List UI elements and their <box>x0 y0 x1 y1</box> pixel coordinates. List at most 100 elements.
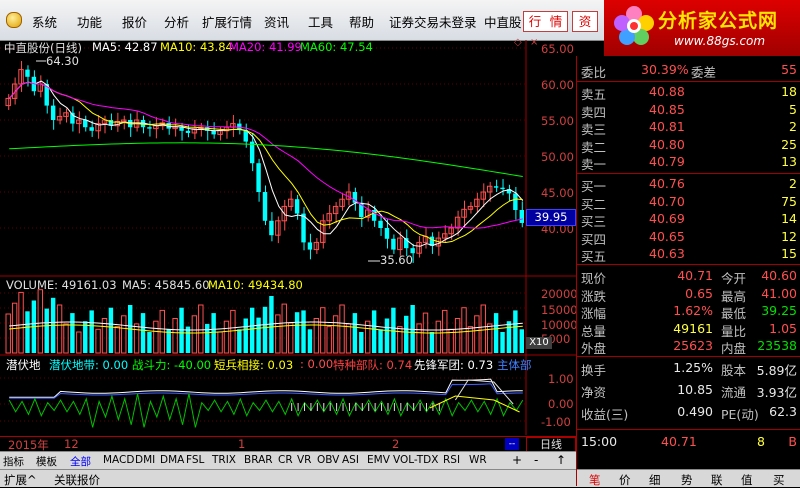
order-price: 40.81 <box>649 119 685 135</box>
menu-function[interactable]: 功能 <box>77 12 102 31</box>
menu-system[interactable]: 系统 <box>32 12 57 31</box>
candle-body <box>179 127 184 131</box>
order-label: 买二 <box>581 196 607 212</box>
period-selector[interactable]: 日线 <box>526 437 576 452</box>
order-label: 买四 <box>581 231 607 247</box>
volume-bar <box>5 313 11 354</box>
volume-bar <box>153 320 159 354</box>
tab-brar[interactable]: BRAR <box>244 454 273 466</box>
order-price: 40.80 <box>649 136 685 152</box>
kline-chart-area[interactable]: 中直股份(日线) MA5: 42.87 MA10: 43.84 MA20: 41… <box>0 37 578 435</box>
y-tick-65: 65.00 <box>541 42 574 56</box>
menu-extended-market[interactable]: 扩展行情 <box>202 12 252 31</box>
ma60-line <box>9 142 523 178</box>
diamond-icon[interactable]: ◇ <box>514 37 522 48</box>
stat-label: 内盘 <box>721 341 747 357</box>
volume-bar <box>461 307 467 354</box>
indicator-line3: 短兵相接: 0.03 <box>214 358 294 372</box>
menu-analysis[interactable]: 分析 <box>164 12 189 31</box>
tab-vol-tdx[interactable]: VOL-TDX <box>393 454 438 466</box>
tick-time: 15:00 <box>581 434 618 449</box>
stat-value: 62.3 <box>769 404 797 419</box>
stat-label: 最高 <box>721 288 747 304</box>
tab-dma[interactable]: DMA <box>160 454 184 466</box>
weicha-label: 委差 <box>691 65 717 80</box>
ma5-label: MA5: 42.87 <box>92 40 158 54</box>
menu-help[interactable]: 帮助 <box>349 12 374 31</box>
tab-fsl[interactable]: FSL <box>186 454 204 466</box>
stat-label: 净资 <box>581 385 607 400</box>
stat-value: 5.89亿 <box>756 363 797 378</box>
info-button-zi[interactable]: 资 <box>572 11 598 32</box>
volume-bar <box>313 318 320 354</box>
tab-all[interactable]: 全部 <box>70 454 91 469</box>
volume-bar <box>493 313 499 353</box>
quote-button-qing[interactable]: 情 <box>545 11 568 32</box>
buy-order-row: 买五 40.63 15 <box>577 246 800 264</box>
order-volume: 5 <box>789 101 797 117</box>
close-chart-icon[interactable]: × <box>530 37 538 48</box>
tab-dmi[interactable]: DMI <box>135 454 155 466</box>
tab-template[interactable]: 模板 <box>36 454 57 469</box>
indicator-tab-bar: 指标 模板 全部 MACD DMI DMA FSL TRIX BRAR CR V… <box>0 451 576 469</box>
tab-up-button[interactable]: ↑ <box>556 453 566 467</box>
menu-tools[interactable]: 工具 <box>308 12 333 31</box>
tab-cr[interactable]: CR <box>278 454 293 466</box>
tab-rsi[interactable]: RSI <box>443 454 460 466</box>
menu-quote[interactable]: 报价 <box>122 12 147 31</box>
buy-order-row: 买四 40.65 12 <box>577 229 800 247</box>
menu-trade-login[interactable]: 证券交易未登录 <box>389 12 477 31</box>
volume-bar <box>397 326 403 354</box>
order-label: 买三 <box>581 214 607 230</box>
tab-wr[interactable]: WR <box>469 454 487 466</box>
candle-body <box>147 127 152 129</box>
weibi-label: 委比 <box>581 65 607 80</box>
scroll-button[interactable]: -- <box>505 438 519 450</box>
order-label: 卖一 <box>581 157 607 173</box>
vol-tick-10000: 10000 <box>541 318 578 332</box>
tab-asi[interactable]: ASI <box>342 454 359 466</box>
stat-value: 40.71 <box>677 268 713 283</box>
tab-obv[interactable]: OBV <box>317 454 339 466</box>
tick-volume: 8 <box>757 434 765 449</box>
volume-bar <box>513 310 518 353</box>
tab-trix[interactable]: TRIX <box>212 454 236 466</box>
order-price: 40.76 <box>649 176 685 191</box>
stat-value: 49161 <box>673 320 713 336</box>
tab-add-button[interactable]: + <box>512 453 522 467</box>
tab-indicator[interactable]: 指标 <box>3 454 24 469</box>
candle-body <box>269 220 274 236</box>
stat-value: 23538 <box>757 338 797 354</box>
date-axis-bar: 2015年 12 1 2 -- 日线 <box>0 436 576 452</box>
order-label: 买一 <box>581 179 607 194</box>
app-icon[interactable] <box>6 12 22 28</box>
weicha-value: 55 <box>781 62 797 77</box>
volume-bar <box>480 304 486 354</box>
menu-info[interactable]: 资讯 <box>264 12 289 31</box>
stat-value: 40.60 <box>761 268 797 283</box>
stat-value: 1.25% <box>673 360 713 375</box>
indicator-line1: 潜伏地带: 0.00 <box>49 358 129 372</box>
tab-emv[interactable]: EMV <box>367 454 390 466</box>
indicator-line7: 主体部 <box>497 358 532 372</box>
candle-body <box>50 105 56 120</box>
candle-body <box>461 208 467 218</box>
ind-tick-minus1: -1.00 <box>541 415 571 429</box>
fundamental-row: 收益(三) 0.490 PE(动) 62.3 <box>577 404 800 422</box>
volume-bar <box>275 314 281 354</box>
tab-remove-button[interactable]: - <box>534 453 538 467</box>
logo-url: www.88gs.com <box>674 34 766 48</box>
stat-value: 41.00 <box>761 285 797 301</box>
ma10-label: MA10: 43.84 <box>160 40 233 54</box>
candle-body <box>513 193 518 210</box>
divider <box>577 264 800 265</box>
quote-button-hang[interactable]: 行 <box>523 11 546 32</box>
volume-bar <box>25 311 30 353</box>
sell-order-row: 卖三 40.81 2 <box>577 119 800 137</box>
volume-value-label: VOLUME: 49161.03 <box>6 278 117 292</box>
order-volume: 2 <box>789 176 797 191</box>
tab-macd[interactable]: MACD <box>103 454 134 466</box>
tab-vr[interactable]: VR <box>297 454 311 466</box>
fundamental-row: 净资 10.85 流通 3.93亿 <box>577 382 800 400</box>
order-volume: 13 <box>781 154 797 170</box>
